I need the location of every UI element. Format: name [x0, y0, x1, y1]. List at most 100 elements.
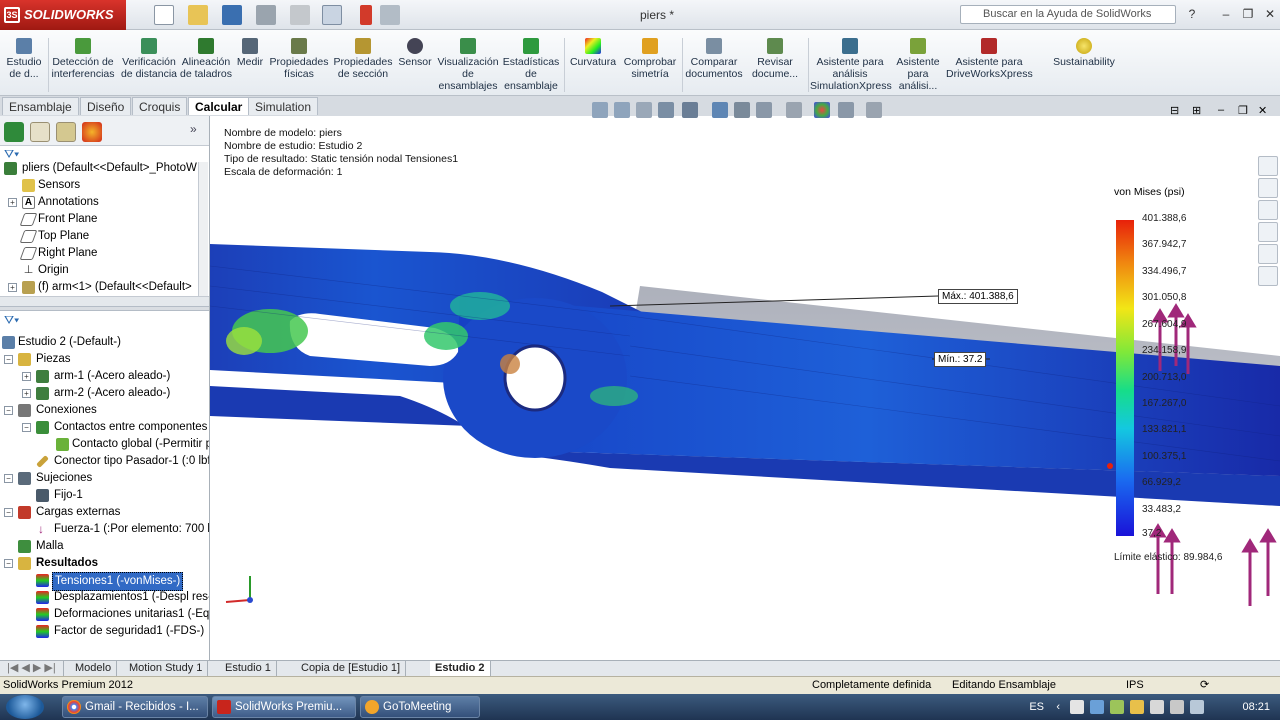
tree-item-tensiones1[interactable]: Tensiones1 (-vonMises-) — [0, 572, 209, 591]
tree-item-pin-connector[interactable]: Conector tipo Pasador-1 (:0 lbf — [0, 453, 209, 470]
ribbon-assembly-statistics-button[interactable]: Estadísticas de ensamblaje — [502, 38, 560, 92]
tab-motion-study-1[interactable]: Motion Study 1 — [124, 661, 209, 676]
network-icon[interactable] — [1150, 700, 1164, 714]
max-stress-callout[interactable]: Máx.: 401.388,6 — [938, 289, 1018, 304]
ribbon-sensor-button[interactable]: Sensor — [396, 38, 434, 68]
zoom-to-fit-icon[interactable] — [592, 102, 608, 118]
featuremanager-tab-icon[interactable] — [4, 122, 24, 142]
ribbon-interference-button[interactable]: Detección de interferencias — [50, 38, 116, 80]
doc-minimize-icon[interactable]: – — [1218, 104, 1224, 116]
ribbon-curvature-button[interactable]: Curvatura — [566, 38, 620, 68]
tile-horizontal-icon[interactable]: ⊟ — [1170, 104, 1179, 117]
tree-item-sensors[interactable]: Sensors — [0, 177, 209, 194]
view-settings-icon[interactable] — [814, 102, 830, 118]
doc-restore-icon[interactable]: ❐ — [1238, 104, 1248, 117]
study-root[interactable]: Estudio 2 (-Default-) — [0, 334, 209, 351]
panel-splitter[interactable] — [0, 306, 209, 311]
propertymanager-tab-icon[interactable] — [30, 122, 50, 142]
filter-icon[interactable]: ⛛▾ — [4, 313, 24, 327]
appearances-icon[interactable] — [1258, 244, 1278, 264]
tab-scroll-arrows[interactable]: |◀ ◀ ▶ ▶| — [2, 661, 64, 676]
tree-item-deformaciones1[interactable]: Deformaciones unitarias1 (-Equ — [0, 606, 209, 623]
ribbon-mass-properties-button[interactable]: Propiedades físicas — [268, 38, 330, 80]
tab-simulation[interactable]: Simulation — [248, 97, 319, 115]
options-icon[interactable] — [380, 5, 400, 25]
print-icon[interactable] — [256, 5, 276, 25]
tree-item-front-plane[interactable]: Front Plane — [0, 211, 209, 228]
ribbon-driveworksxpress-button[interactable]: Asistente para DriveWorksXpress — [946, 38, 1033, 80]
stress-color-legend[interactable] — [1116, 220, 1134, 536]
tab-diseno[interactable]: Diseño — [80, 97, 132, 115]
status-units[interactable]: IPS — [1126, 677, 1144, 694]
tile-vertical-icon[interactable]: ⊞ — [1192, 104, 1201, 117]
vertical-scrollbar[interactable] — [198, 162, 208, 296]
tree-root-pliers[interactable]: pliers (Default<<Default>_PhotoW — [0, 160, 209, 177]
tree-item-malla[interactable]: Malla — [0, 538, 209, 555]
tab-calcular[interactable]: Calcular — [188, 97, 250, 115]
open-folder-icon[interactable] — [188, 5, 208, 25]
file-explorer-icon[interactable] — [1258, 200, 1278, 220]
clock[interactable]: 08:21 p.m. — [1242, 694, 1270, 720]
tree-item-desplazamientos1[interactable]: Desplazamientos1 (-Despl res-) — [0, 589, 209, 606]
tree-item-arm-2-material[interactable]: + arm-2 (-Acero aleado-) — [0, 385, 209, 402]
taskbar-gmail[interactable]: Gmail - Recibidos - I... — [62, 696, 208, 718]
ribbon-hole-alignment-button[interactable]: Alineación de taladros — [180, 38, 232, 80]
ribbon-sustainability-button[interactable]: Sustainability — [1050, 38, 1118, 68]
tab-estudio-1[interactable]: Estudio 1 — [220, 661, 277, 676]
rebuild-icon[interactable] — [360, 5, 372, 25]
tree-item-contacto-global[interactable]: Contacto global (-Permitir p — [0, 436, 209, 453]
new-document-icon[interactable] — [154, 5, 174, 25]
hide-show-items-icon[interactable] — [734, 102, 750, 118]
tab-ensamblaje[interactable]: Ensamblaje — [2, 97, 79, 115]
displaymanager-tab-icon[interactable] — [82, 122, 102, 142]
tree-item-resultados[interactable]: − Resultados — [0, 555, 209, 572]
edit-appearance-icon[interactable] — [756, 102, 772, 118]
ribbon-section-properties-button[interactable]: Propiedades de sección — [332, 38, 394, 80]
tab-croquis[interactable]: Croquis — [132, 97, 188, 115]
minimize-icon[interactable]: – — [1218, 6, 1234, 22]
select-pointer-icon[interactable] — [322, 5, 342, 25]
ribbon-distance-check-button[interactable]: Verificación de distancia — [120, 38, 178, 80]
save-icon[interactable] — [222, 5, 242, 25]
ribbon-check-document-button[interactable]: Revisar docume... — [746, 38, 804, 80]
ribbon-measure-button[interactable]: Medir — [234, 38, 266, 68]
taskbar-solidworks[interactable]: SolidWorks Premiu... — [212, 696, 356, 718]
tree-item-top-plane[interactable]: Top Plane — [0, 228, 209, 245]
doc-close-icon[interactable]: ✕ — [1258, 104, 1267, 117]
close-icon[interactable]: ✕ — [1262, 6, 1278, 22]
expand-panel-icon[interactable]: » — [190, 122, 210, 142]
taskbar-gotomeeting[interactable]: GoToMeeting — [360, 696, 480, 718]
display-style-icon[interactable] — [712, 102, 728, 118]
home-icon[interactable] — [1258, 156, 1278, 176]
tray-app-icon[interactable] — [1130, 700, 1144, 714]
tree-item-conexiones[interactable]: − Conexiones — [0, 402, 209, 419]
design-library-icon[interactable] — [1258, 178, 1278, 198]
undo-icon[interactable] — [290, 5, 310, 25]
tree-item-annotations[interactable]: + A Annotations — [0, 194, 209, 211]
tray-app-icon[interactable] — [1070, 700, 1084, 714]
min-stress-callout[interactable]: Mín.: 37.2 — [934, 352, 987, 367]
ribbon-study-button[interactable]: Estudio de d... — [2, 38, 46, 80]
horizontal-scrollbar[interactable] — [0, 296, 209, 306]
tab-copia-estudio-1[interactable]: Copia de [Estudio 1] — [296, 661, 407, 676]
ribbon-compare-documents-button[interactable]: Comparar documentos — [684, 38, 744, 80]
tree-item-origin[interactable]: ⊥ Origin — [0, 262, 209, 279]
ribbon-assembly-visualization-button[interactable]: Visualización de ensamblajes — [436, 38, 500, 92]
tree-item-arm-1[interactable]: + (f) arm<1> (Default<<Default> — [0, 279, 209, 296]
tray-app-icon[interactable] — [1090, 700, 1104, 714]
ribbon-symmetry-check-button[interactable]: Comprobar simetría — [622, 38, 678, 80]
configurationmanager-tab-icon[interactable] — [56, 122, 76, 142]
tray-app-icon[interactable] — [1110, 700, 1124, 714]
rebuild-status-icon[interactable]: ⟳ — [1200, 677, 1209, 694]
filter-icon[interactable]: ⛛▾ — [4, 147, 24, 161]
section-view-icon[interactable] — [658, 102, 674, 118]
ribbon-simulationxpress-button[interactable]: Asistente para análisis SimulationXpress — [810, 38, 892, 92]
display-pane-icon[interactable] — [866, 102, 882, 118]
ribbon-floxpress-button[interactable]: Asistente para análisi... — [892, 38, 944, 92]
view-orientation-icon[interactable] — [682, 102, 698, 118]
tree-item-cargas[interactable]: − Cargas externas — [0, 504, 209, 521]
language-indicator[interactable]: ES — [1029, 694, 1044, 720]
apply-scene-icon[interactable] — [786, 102, 802, 118]
tree-item-right-plane[interactable]: Right Plane — [0, 245, 209, 262]
tree-item-fuerza-1[interactable]: ↓ Fuerza-1 (:Por elemento: 700 lb — [0, 521, 209, 538]
